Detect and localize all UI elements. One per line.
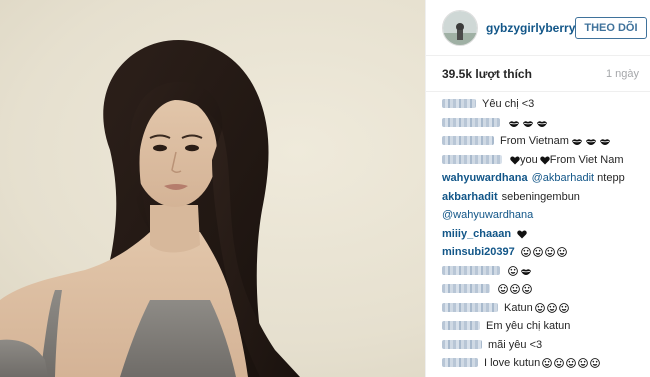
comment-row: you From Viet Nam (442, 151, 639, 170)
blurred-username[interactable] (442, 265, 500, 275)
avatar[interactable] (442, 9, 478, 46)
kiss-lips-icon (508, 119, 520, 128)
heart-eyes-emoji-icon (520, 247, 531, 257)
blurred-username[interactable] (442, 302, 498, 312)
post-time: 1 ngày (605, 67, 639, 80)
comment-text: ntepp (597, 172, 625, 184)
instagram-post: gybzygirlyberry THEO DÕI 39.5k lượt thíc… (0, 0, 650, 377)
comment-mention[interactable]: @akbarhadit (532, 172, 598, 184)
kiss-lips-icon (520, 267, 532, 276)
heart-eyes-emoji-icon (546, 302, 557, 313)
heart-eyes-emoji-icon (532, 247, 543, 257)
blurred-username[interactable] (442, 321, 480, 330)
kiss-lips-icon (522, 119, 534, 128)
post-stats: 39.5k lượt thích 1 ngày (426, 56, 650, 92)
comment-text: From Vietnam (500, 135, 569, 147)
comment-row: I love kutun (442, 354, 639, 373)
comment-text: From Viet Nam (549, 153, 624, 166)
heart-eyes-emoji-icon (544, 247, 555, 257)
comment-row: Katun (442, 299, 639, 318)
heart-eyes-emoji-icon (534, 302, 545, 313)
heart-icon (510, 156, 520, 165)
likes-count[interactable]: 39.5k lượt thích (442, 67, 532, 81)
kiss-lips-icon (585, 137, 597, 146)
comment-text: Katun (504, 301, 533, 314)
kiss-lips-icon (571, 137, 583, 146)
kiss-lips-icon (536, 119, 548, 128)
blurred-username[interactable] (442, 136, 494, 145)
comment-username[interactable]: akbarhadit (442, 191, 498, 203)
blurred-username[interactable] (442, 154, 502, 164)
heart-icon (540, 156, 550, 165)
comment-row: @wahyuwardhana (442, 206, 639, 225)
blurred-username[interactable] (442, 99, 476, 108)
post-header: gybzygirlyberry THEO DÕI (426, 0, 650, 56)
heart-eyes-emoji-icon (510, 284, 520, 294)
comment-row (442, 262, 639, 281)
follow-button[interactable]: THEO DÕI (575, 16, 647, 39)
comment-row: mãi yêu <3 (442, 336, 639, 355)
heart-eyes-emoji-icon (554, 358, 565, 368)
comment-row: minsubi20397 (442, 243, 639, 262)
comment-row (442, 114, 639, 133)
comment-row: From Vietnam (442, 132, 639, 151)
comment-text: I love kutun (484, 357, 541, 369)
blurred-username[interactable] (442, 284, 490, 293)
heart-eyes-emoji-icon (566, 358, 577, 368)
comment-row (442, 280, 639, 299)
comment-row: akbarhadit sebeningembun (442, 188, 639, 207)
comment-row: Yêu chị <3 (442, 95, 639, 114)
comments-list: Yêu chị <3 From Vietnam you From Viet Nam wa… (426, 92, 650, 377)
avatar-image (443, 10, 477, 45)
comment-text: Yêu chị <3 (482, 98, 535, 110)
heart-eyes-emoji-icon (542, 358, 553, 368)
heart-eyes-emoji-icon (498, 284, 508, 294)
comment-username[interactable]: miiiy_chaaan (442, 228, 511, 240)
comment-row: miiiy_chaaan (442, 225, 639, 244)
post-photo[interactable] (0, 0, 425, 377)
username-link[interactable]: gybzygirlyberry (486, 21, 575, 35)
comment-mention[interactable]: @wahyuwardhana (442, 209, 533, 221)
kiss-lips-icon (599, 137, 611, 146)
comment-text: sebeningembun (501, 190, 580, 203)
heart-eyes-emoji-icon (556, 247, 567, 257)
heart-eyes-emoji-icon (508, 265, 518, 276)
comment-username[interactable]: minsubi20397 (442, 246, 515, 258)
heart-icon (517, 230, 527, 239)
blurred-username[interactable] (442, 117, 500, 127)
post-side-panel: gybzygirlyberry THEO DÕI 39.5k lượt thíc… (425, 0, 650, 377)
heart-eyes-emoji-icon (578, 358, 589, 368)
comment-row: wahyuwardhana @akbarhadit ntepp (442, 169, 639, 188)
comment-username[interactable]: wahyuwardhana (442, 172, 528, 184)
heart-eyes-emoji-icon (558, 302, 569, 313)
heart-eyes-emoji-icon (522, 284, 532, 294)
heart-eyes-emoji-icon (590, 358, 601, 368)
comment-text: you (520, 153, 538, 166)
comment-row: Em yêu chị katun (442, 317, 639, 336)
comment-text: Em yêu chị katun (486, 320, 571, 332)
portrait-illustration (0, 40, 300, 377)
blurred-username[interactable] (442, 339, 482, 349)
blurred-username[interactable] (442, 358, 478, 367)
comment-text: mãi yêu <3 (488, 338, 543, 351)
comment-row: Cartoon ^^ so beautiful (442, 373, 639, 377)
